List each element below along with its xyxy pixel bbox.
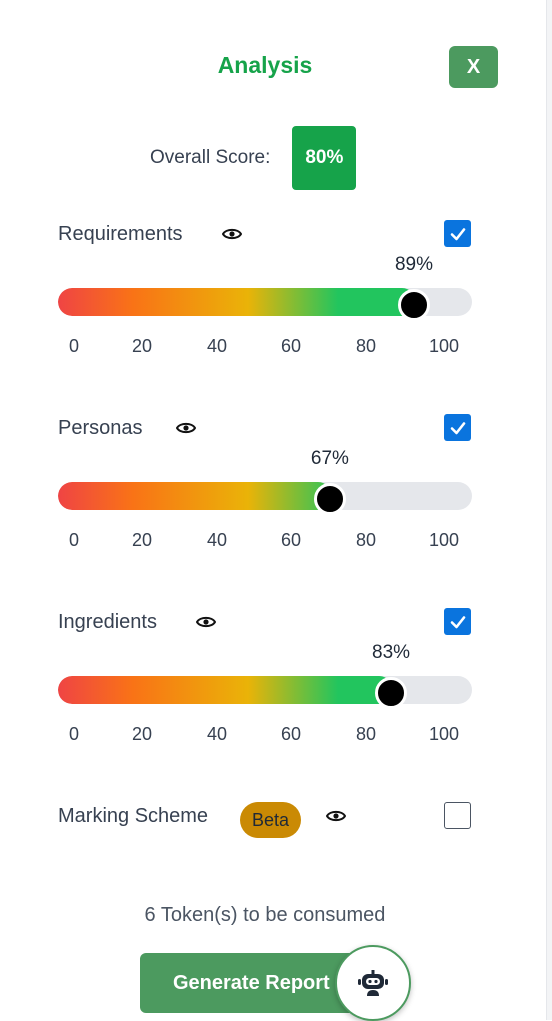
marking-scheme-checkbox[interactable] — [444, 802, 471, 829]
scale-tick: 0 — [68, 336, 80, 356]
personas-slider-track[interactable] — [58, 482, 472, 510]
eye-icon[interactable] — [196, 614, 216, 630]
eye-icon[interactable] — [222, 226, 242, 242]
overall-score-badge: 80% — [292, 126, 357, 190]
marking-scheme-section: Marking Scheme Beta — [0, 802, 546, 844]
scale-tick: 20 — [131, 724, 153, 744]
requirements-slider-fill — [58, 288, 416, 316]
scale-tick: 0 — [68, 724, 80, 744]
beta-badge: Beta — [240, 802, 302, 838]
scale-tick: 20 — [131, 530, 153, 550]
requirements-checkbox[interactable] — [444, 220, 471, 247]
ingredients-slider-fill — [58, 676, 394, 704]
eye-icon[interactable] — [176, 420, 196, 436]
scale-tick: 80 — [355, 724, 377, 744]
scale-tick: 100 — [428, 530, 460, 550]
scale-tick: 40 — [206, 530, 228, 550]
panel-scrollbar[interactable] — [546, 0, 552, 1020]
requirements-scale: 0 20 40 60 80 100 — [0, 336, 546, 360]
eye-icon[interactable] — [326, 808, 346, 824]
ingredients-scale: 0 20 40 60 80 100 — [0, 724, 546, 748]
checkmark-icon — [450, 227, 465, 240]
scale-tick: 60 — [280, 724, 302, 744]
scale-tick: 80 — [355, 336, 377, 356]
scale-tick: 60 — [280, 336, 302, 356]
tokens-info: 6 Token(s) to be consumed — [144, 904, 386, 926]
scale-tick: 60 — [280, 530, 302, 550]
ingredients-section: Ingredients 83% 0 20 40 60 80 100 — [0, 608, 546, 760]
ingredients-percent: 83% — [372, 642, 411, 663]
marking-scheme-label: Marking Scheme — [58, 805, 209, 827]
scale-tick: 20 — [131, 336, 153, 356]
ingredients-slider-track[interactable] — [58, 676, 472, 704]
personas-percent: 67% — [310, 448, 349, 469]
scale-tick: 80 — [355, 530, 377, 550]
scale-tick: 40 — [206, 724, 228, 744]
robot-icon — [358, 970, 388, 996]
checkmark-icon — [450, 421, 465, 434]
close-button[interactable]: X — [449, 46, 498, 88]
requirements-label: Requirements — [58, 223, 183, 245]
ingredients-label: Ingredients — [58, 611, 157, 633]
overall-score-label: Overall Score: — [150, 147, 271, 168]
scale-tick: 100 — [428, 724, 460, 744]
personas-scale: 0 20 40 60 80 100 — [0, 530, 546, 554]
personas-checkbox[interactable] — [444, 414, 471, 441]
scale-tick: 0 — [68, 530, 80, 550]
chat-assistant-button[interactable] — [335, 945, 411, 1021]
overall-score: Overall Score: 80% — [150, 126, 357, 190]
checkmark-icon — [450, 615, 465, 628]
requirements-section: Requirements 89% 0 20 40 60 80 100 — [0, 220, 546, 372]
scale-tick: 40 — [206, 336, 228, 356]
personas-slider-thumb[interactable] — [313, 483, 346, 515]
ingredients-slider-thumb[interactable] — [375, 677, 408, 709]
requirements-slider-thumb[interactable] — [397, 289, 430, 321]
personas-section: Personas 67% 0 20 40 60 80 100 — [0, 414, 546, 566]
ingredients-checkbox[interactable] — [444, 608, 471, 635]
requirements-percent: 89% — [394, 254, 433, 275]
scale-tick: 100 — [428, 336, 460, 356]
personas-slider-fill — [58, 482, 332, 510]
personas-label: Personas — [58, 417, 143, 439]
